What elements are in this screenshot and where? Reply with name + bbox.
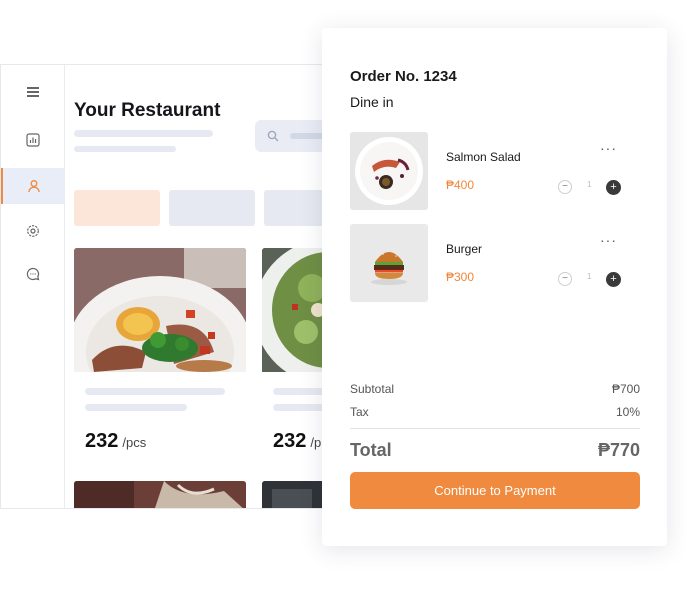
product-price: 232/pcs: [85, 430, 146, 453]
increase-quantity-button[interactable]: +: [606, 272, 621, 287]
product-image: [262, 481, 325, 508]
product-card[interactable]: 232/pcs: [74, 248, 246, 452]
skeleton-line: [74, 146, 176, 152]
sidebar: [1, 65, 65, 508]
sidebar-item-menu[interactable]: [1, 74, 65, 110]
item-name: Salmon Salad: [446, 150, 521, 164]
sidebar-item-profile[interactable]: [1, 168, 65, 204]
order-item: Salmon Salad ₱400 ··· − 1 +: [350, 132, 640, 210]
sidebar-item-settings[interactable]: [1, 213, 65, 249]
total-row: Total ₱770: [350, 440, 640, 461]
product-image: [74, 248, 246, 372]
total-value: ₱770: [597, 440, 640, 460]
item-quantity: 1: [587, 272, 592, 281]
item-name: Burger: [446, 242, 483, 256]
skeleton-line: [85, 404, 187, 411]
sidebar-item-analytics[interactable]: [1, 122, 65, 158]
category-chip-active[interactable]: [74, 190, 160, 226]
item-thumbnail: [350, 132, 428, 210]
order-panel: Order No. 1234 Dine in Salmon Salad ₱400…: [322, 28, 667, 546]
divider: [350, 428, 640, 429]
price-value: 232: [273, 430, 307, 452]
product-card[interactable]: [74, 481, 246, 508]
increase-quantity-button[interactable]: +: [606, 180, 621, 195]
chat-icon: [26, 267, 40, 281]
product-image: [74, 481, 246, 508]
price-unit: /p: [310, 435, 322, 450]
continue-to-payment-button[interactable]: Continue to Payment: [350, 472, 640, 509]
sidebar-item-messages[interactable]: [1, 256, 65, 292]
skeleton-line: [85, 388, 225, 395]
tax-value: 10%: [615, 405, 640, 419]
price-value: 232: [85, 430, 119, 452]
page-title: Your Restaurant: [74, 100, 221, 121]
skeleton-line: [273, 388, 325, 395]
gear-icon: [27, 225, 39, 237]
more-options-icon[interactable]: ···: [600, 233, 617, 247]
tax-row: Tax 10%: [350, 405, 640, 419]
main-content: Your Restaurant 232 /pcs 232 /p: [65, 65, 325, 508]
search-box[interactable]: [255, 120, 325, 152]
more-options-icon[interactable]: ···: [600, 141, 617, 155]
search-icon: [267, 130, 279, 142]
total-label: Total: [350, 440, 392, 460]
restaurant-app-window: Your Restaurant 232 /pcs 232 /p: [0, 64, 325, 509]
skeleton-line: [273, 404, 325, 411]
order-number: Order No. 1234: [350, 68, 457, 85]
product-card[interactable]: [262, 481, 325, 508]
subtotal-value: ₱700: [611, 382, 640, 396]
chart-icon: [26, 133, 40, 147]
skeleton-line: [74, 130, 213, 137]
order-item: Burger ₱300 ··· − 1 +: [350, 224, 640, 302]
search-placeholder-skeleton: [290, 133, 325, 139]
subtotal-row: Subtotal ₱700: [350, 382, 640, 396]
item-price: ₱300: [446, 270, 475, 284]
product-card[interactable]: 232/p: [262, 248, 325, 452]
tax-label: Tax: [350, 405, 369, 419]
price-unit: /pcs: [122, 435, 147, 450]
category-chip[interactable]: [169, 190, 255, 226]
product-price: 232/p: [273, 430, 321, 453]
decrease-quantity-button[interactable]: −: [558, 180, 572, 194]
user-icon: [28, 180, 40, 193]
item-price: ₱400: [446, 178, 475, 192]
menu-icon: [27, 87, 39, 97]
item-quantity: 1: [587, 180, 592, 189]
item-thumbnail: [350, 224, 428, 302]
product-image: [262, 248, 325, 372]
subtotal-label: Subtotal: [350, 382, 395, 396]
order-type: Dine in: [350, 94, 394, 110]
category-chip[interactable]: [264, 190, 325, 226]
decrease-quantity-button[interactable]: −: [558, 272, 572, 286]
